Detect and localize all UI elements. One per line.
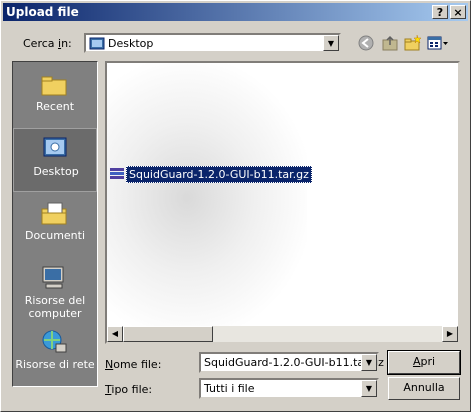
places-item-rete[interactable]: Risorse di rete [13,322,97,386]
filetype-select[interactable]: Tutti i file ▼ [199,378,379,399]
back-icon[interactable] [357,34,375,52]
places-item-label: Documenti [24,229,86,242]
places-item-recent[interactable]: Recent [13,64,97,128]
dialog-title: Upload file [6,5,79,19]
scroll-left-button[interactable]: ◀ [107,326,123,342]
title-bar[interactable]: Upload file ? × [3,3,468,21]
help-button[interactable]: ? [432,5,448,19]
filename-value: SquidGuard-1.2.0-GUI-b11.tar.gz [204,356,384,369]
file-name: SquidGuard-1.2.0-GUI-b11.tar.gz [126,166,312,183]
filetype-dropdown-arrow[interactable]: ▼ [361,380,377,397]
look-in-value: Desktop [108,37,154,50]
desktop-icon [43,137,67,157]
documents-folder-icon [41,202,67,225]
recent-folder-icon [41,76,67,96]
filename-dropdown-arrow[interactable]: ▼ [361,354,377,371]
cancel-button[interactable]: Annulla [388,377,460,400]
archive-file-icon [110,168,124,179]
new-folder-icon[interactable] [404,34,422,52]
desktop-icon [89,37,105,50]
places-item-label: Risorse di rete [15,358,95,371]
filename-input[interactable]: SquidGuard-1.2.0-GUI-b11.tar.gz ▼ [199,352,384,373]
places-item-documenti[interactable]: Documenti [13,193,97,257]
open-button[interactable]: Apri [387,350,461,375]
filetype-label: Tipo file: [105,383,153,396]
horizontal-scrollbar[interactable]: ◀ ▶ [107,326,458,342]
look-in-combo[interactable]: Desktop ▼ [84,33,341,53]
places-item-label: Desktop [33,165,79,178]
close-button[interactable]: × [450,5,466,19]
upload-file-dialog: Upload file ? × Cerca in: Desktop ▼ Rece… [0,0,471,412]
scroll-right-button[interactable]: ▶ [442,326,458,342]
scroll-thumb[interactable] [123,326,213,342]
look-in-label: Cerca in: [23,37,72,50]
network-icon [42,330,67,353]
up-folder-icon[interactable] [381,34,399,52]
blurred-content [107,63,307,333]
view-menu-icon[interactable] [427,34,449,52]
filetype-value: Tutti i file [204,382,255,395]
places-item-label: Recent [35,100,75,113]
places-item-desktop[interactable]: Desktop [13,128,97,192]
places-bar: Recent Desktop Documenti Risorse del com… [12,61,98,387]
file-list[interactable]: SquidGuard-1.2.0-GUI-b11.tar.gz ◀ ▶ [105,61,460,344]
look-in-dropdown-arrow[interactable]: ▼ [323,35,339,51]
filename-label: Nome file: [105,358,162,371]
places-item-label: Risorse del computer [24,294,86,320]
computer-icon [42,266,64,289]
places-item-computer[interactable]: Risorse del computer [13,258,97,324]
